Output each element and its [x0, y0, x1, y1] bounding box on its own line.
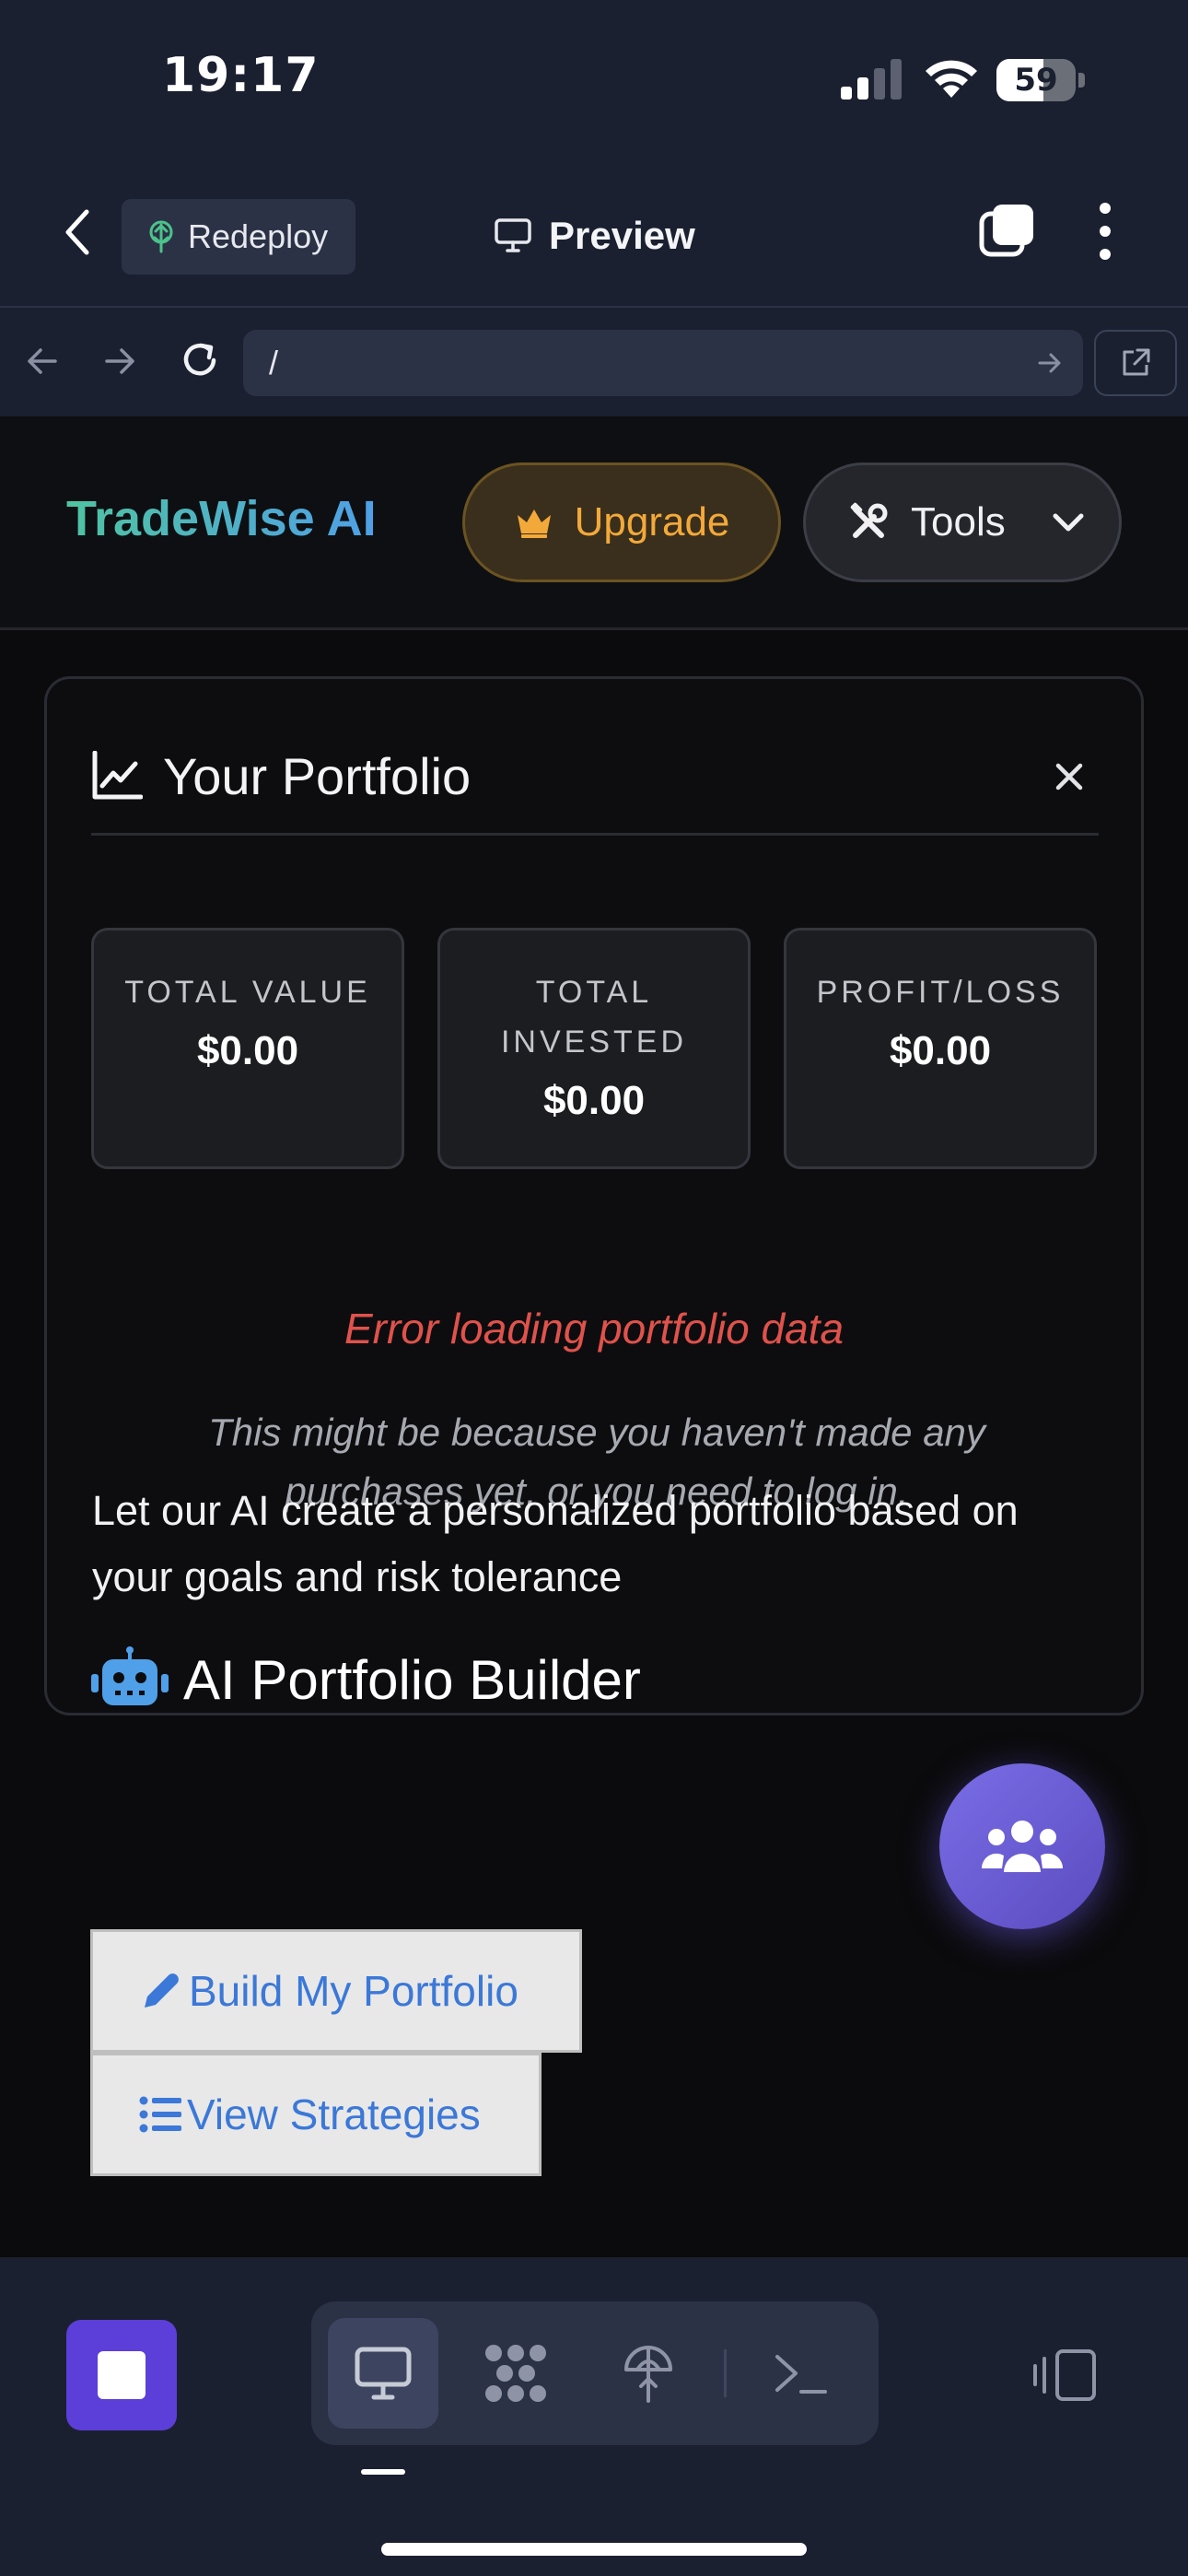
nav-back-icon[interactable]	[24, 343, 61, 380]
tools-icon	[850, 502, 888, 538]
deploy-icon	[624, 2346, 672, 2403]
stat-label: PROFIT/LOSS	[816, 975, 1065, 1010]
tools-dropdown-button[interactable]: Tools	[803, 463, 1122, 582]
portfolio-header: Your Portfolio	[91, 744, 1099, 836]
battery-icon: 59	[996, 59, 1085, 101]
preview-title: Preview	[494, 208, 695, 263]
status-time: 19:17	[162, 48, 320, 103]
tool-switcher	[311, 2301, 879, 2445]
toolbar-divider	[724, 2349, 727, 2397]
redeploy-label: Redeploy	[188, 217, 329, 255]
url-path: /	[269, 344, 279, 381]
url-input[interactable]: /	[243, 330, 1083, 396]
battery-level: 59	[1014, 62, 1058, 99]
crown-icon	[517, 509, 551, 538]
go-arrow-icon[interactable]	[1037, 350, 1063, 376]
build-portfolio-label: Build My Portfolio	[189, 1967, 518, 2015]
users-icon	[981, 1821, 1064, 1872]
external-link-icon	[1123, 348, 1150, 376]
wifi-icon	[926, 60, 977, 98]
brand-logo[interactable]: TradeWise AI	[66, 490, 377, 547]
stat-value: $0.00	[889, 1028, 992, 1073]
reload-icon[interactable]	[177, 337, 223, 383]
chevron-down-icon	[1053, 513, 1084, 532]
upgrade-label: Upgrade	[574, 499, 730, 544]
error-message: Error loading portfolio data	[344, 1305, 844, 1352]
tabs-icon[interactable]	[978, 203, 1035, 260]
shell-icon	[775, 2355, 827, 2394]
robot-icon	[91, 1646, 169, 1705]
preview-webpage: TradeWise AI Upgrade Tools Your Portfoli…	[0, 416, 1188, 2257]
active-tool-indicator	[361, 2469, 405, 2475]
stat-profit-loss: PROFIT/LOSS $0.00	[784, 928, 1097, 1169]
stat-value: $0.00	[196, 1028, 299, 1073]
view-strategies-button[interactable]: View Strategies	[90, 2053, 542, 2176]
community-fab[interactable]	[939, 1763, 1105, 1929]
tool-shell[interactable]	[746, 2318, 856, 2429]
list-icon	[139, 2096, 181, 2133]
redeploy-icon	[149, 220, 173, 253]
redeploy-button[interactable]: Redeploy	[122, 199, 355, 275]
monitor-icon	[495, 218, 531, 252]
stat-value: $0.00	[542, 1078, 646, 1123]
workflows-icon	[485, 2345, 546, 2402]
chart-line-icon	[92, 751, 143, 800]
upgrade-button[interactable]: Upgrade	[462, 463, 781, 582]
stat-label: TOTAL INVESTED	[500, 975, 688, 1060]
signal-icon	[841, 59, 902, 100]
pencil-icon	[145, 1973, 179, 2008]
app-bar: Redeploy Preview	[0, 175, 1188, 304]
close-icon[interactable]	[1049, 756, 1089, 797]
preview-monitor-icon	[355, 2347, 412, 2400]
stat-label: TOTAL VALUE	[124, 975, 371, 1010]
tool-deployments[interactable]	[593, 2318, 704, 2429]
url-bar: /	[0, 306, 1188, 416]
ai-builder-description: Let our AI create a personalized portfol…	[92, 1487, 1019, 1600]
site-header: TradeWise AI Upgrade Tools	[0, 416, 1188, 630]
tools-label: Tools	[911, 499, 1006, 544]
more-vertical-icon[interactable]	[1092, 199, 1118, 263]
portfolio-title: Your Portfolio	[163, 747, 472, 805]
tool-preview[interactable]	[328, 2318, 438, 2429]
view-strategies-label: View Strategies	[187, 2090, 481, 2138]
status-bar: 19:17 59	[0, 0, 1188, 157]
back-chevron-icon[interactable]	[55, 205, 99, 260]
tool-workflows[interactable]	[460, 2318, 571, 2429]
home-indicator[interactable]	[381, 2543, 807, 2556]
stop-icon	[98, 2351, 146, 2399]
open-external-button[interactable]	[1094, 330, 1177, 396]
stat-total-value: TOTAL VALUE $0.00	[91, 928, 404, 1169]
stop-button[interactable]	[66, 2320, 177, 2430]
build-portfolio-button[interactable]: Build My Portfolio	[90, 1929, 582, 2053]
stat-total-invested: TOTAL INVESTED $0.00	[437, 928, 751, 1169]
nav-forward-icon[interactable]	[101, 343, 138, 380]
ai-builder-title: AI Portfolio Builder	[183, 1649, 641, 1711]
preview-label: Preview	[549, 214, 695, 257]
devices-icon[interactable]	[1031, 2348, 1098, 2403]
bottom-toolbar	[0, 2259, 1188, 2576]
